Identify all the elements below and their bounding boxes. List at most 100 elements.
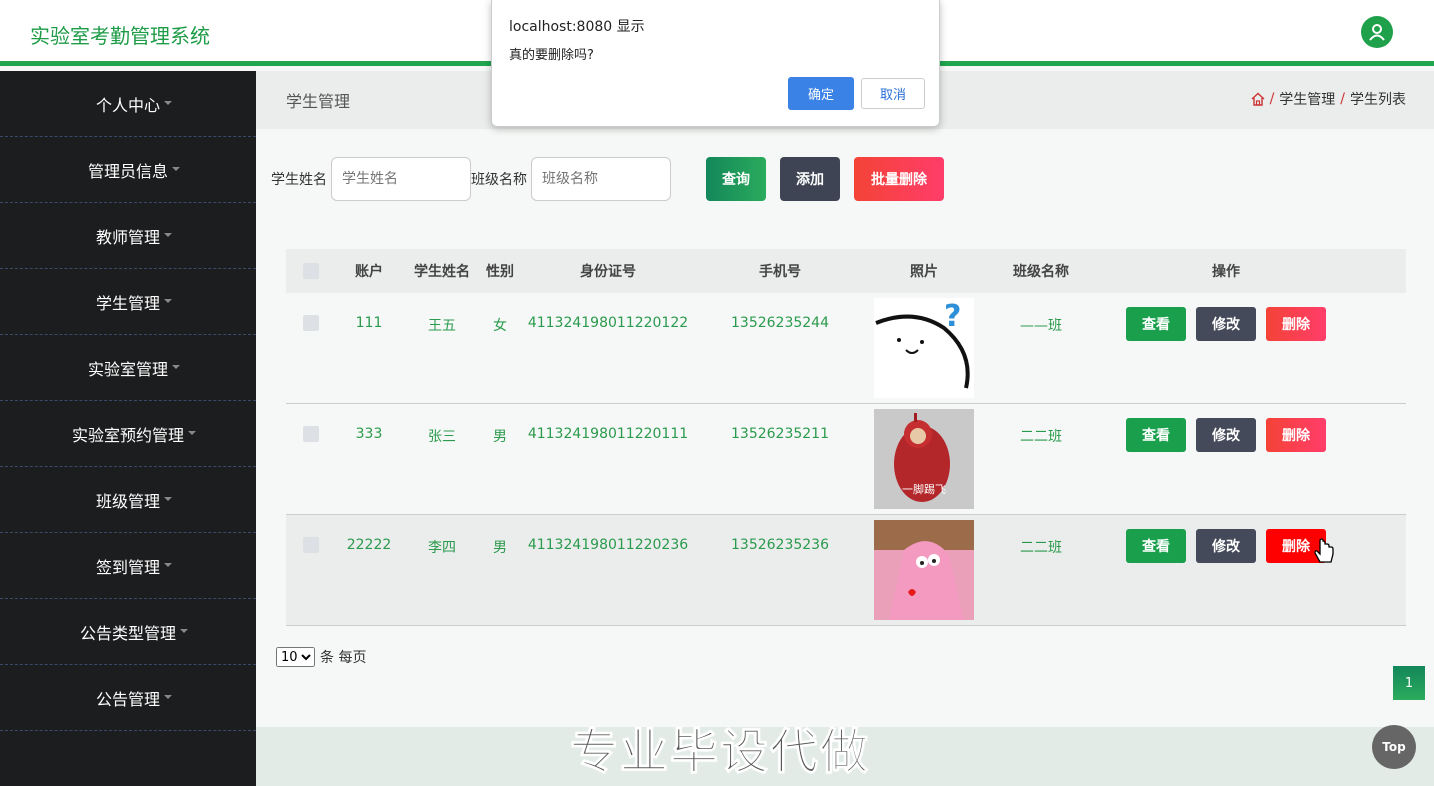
col-header-name: 学生姓名 bbox=[414, 264, 470, 280]
sidebar-item-teacher[interactable]: 教师管理 bbox=[0, 203, 256, 269]
student-name-label: 学生姓名 bbox=[271, 172, 327, 188]
cell-phone: 13526235236 bbox=[731, 537, 829, 553]
breadcrumb-separator: / bbox=[1340, 91, 1345, 107]
col-header-photo: 照片 bbox=[910, 264, 938, 280]
cell-account: 111 bbox=[355, 315, 383, 331]
main-content: 学生管理 / 学生管理 / 学生列表 学生姓名 班级名称 查询 添加 批量删除 … bbox=[256, 71, 1434, 786]
home-icon[interactable] bbox=[1251, 92, 1265, 106]
sidebar-item-label: 签到管理 bbox=[95, 557, 160, 577]
user-avatar[interactable] bbox=[1361, 16, 1393, 48]
dialog-title: localhost:8080 显示 bbox=[509, 19, 645, 35]
delete-button[interactable]: 删除 bbox=[1266, 307, 1326, 341]
query-button[interactable]: 查询 bbox=[706, 157, 766, 201]
search-bar: 学生姓名 班级名称 查询 添加 批量删除 bbox=[271, 157, 944, 201]
chevron-down-icon bbox=[172, 167, 180, 171]
student-photo-teletubby-sticker: 一脚踢飞 bbox=[874, 409, 974, 509]
breadcrumb-item-student-mgmt[interactable]: 学生管理 bbox=[1279, 89, 1335, 109]
confirm-dialog: localhost:8080 显示 真的要删除吗? 确定 取消 bbox=[491, 0, 940, 127]
view-button[interactable]: 查看 bbox=[1126, 418, 1186, 452]
col-header-phone: 手机号 bbox=[759, 264, 801, 280]
chevron-down-icon bbox=[164, 497, 172, 501]
breadcrumb-item-student-list: 学生列表 bbox=[1350, 92, 1406, 108]
cell-name: 李四 bbox=[428, 540, 456, 556]
cell-class: 二二班 bbox=[1020, 540, 1062, 556]
view-button[interactable]: 查看 bbox=[1126, 529, 1186, 563]
cell-class: ——班 bbox=[1020, 318, 1062, 334]
row-checkbox[interactable] bbox=[303, 426, 319, 442]
sidebar-item-label: 班级管理 bbox=[95, 491, 160, 511]
cell-sex: 女 bbox=[493, 318, 507, 334]
col-header-ops: 操作 bbox=[1212, 264, 1240, 280]
cell-id-no: 411324198011220122 bbox=[527, 315, 689, 331]
cell-sex: 男 bbox=[493, 429, 507, 445]
sidebar-item-signin[interactable]: 签到管理 bbox=[0, 533, 256, 599]
cell-sex: 男 bbox=[493, 540, 507, 556]
sidebar-item-personal[interactable]: 个人中心 bbox=[0, 71, 256, 137]
cell-phone: 13526235211 bbox=[731, 426, 829, 442]
app-title: 实验室考勤管理系统 bbox=[30, 24, 210, 48]
chevron-down-icon bbox=[164, 563, 172, 567]
chevron-down-icon bbox=[164, 101, 172, 105]
sidebar-item-label: 实验室预约管理 bbox=[71, 425, 184, 445]
view-button[interactable]: 查看 bbox=[1126, 307, 1186, 341]
sidebar-item-class[interactable]: 班级管理 bbox=[0, 467, 256, 533]
chevron-down-icon bbox=[164, 695, 172, 699]
sidebar-item-notice[interactable]: 公告管理 bbox=[0, 665, 256, 731]
pagination-page-1[interactable]: 1 bbox=[1393, 666, 1425, 700]
svg-text:?: ? bbox=[944, 299, 961, 334]
sidebar-item-label: 教师管理 bbox=[95, 227, 160, 247]
user-icon bbox=[1369, 24, 1385, 41]
edit-button[interactable]: 修改 bbox=[1196, 418, 1256, 452]
sidebar-item-lab-booking[interactable]: 实验室预约管理 bbox=[0, 401, 256, 467]
student-photo-patrick-sticker bbox=[874, 520, 974, 620]
dialog-ok-button[interactable]: 确定 bbox=[788, 77, 854, 110]
sidebar-item-notice-type[interactable]: 公告类型管理 bbox=[0, 599, 256, 665]
student-name-input[interactable] bbox=[331, 157, 471, 201]
delete-button[interactable]: 删除 bbox=[1266, 418, 1326, 452]
chevron-down-icon bbox=[180, 629, 188, 633]
page-size-select[interactable]: 10 bbox=[276, 647, 315, 667]
dialog-message: 真的要删除吗? bbox=[509, 48, 594, 63]
back-to-top-button[interactable]: Top bbox=[1372, 725, 1416, 769]
sidebar-item-admin[interactable]: 管理员信息 bbox=[0, 137, 256, 203]
table-row: 111 王五 女 411324198011220122 13526235244 … bbox=[286, 293, 1406, 404]
cell-name: 王五 bbox=[428, 318, 456, 334]
edit-button[interactable]: 修改 bbox=[1196, 307, 1256, 341]
batch-delete-button[interactable]: 批量删除 bbox=[854, 157, 944, 201]
sidebar-item-label: 学生管理 bbox=[95, 293, 160, 313]
chevron-down-icon bbox=[172, 365, 180, 369]
sidebar-item-student[interactable]: 学生管理 bbox=[0, 269, 256, 335]
sidebar-item-lab[interactable]: 实验室管理 bbox=[0, 335, 256, 401]
breadcrumb-separator: / bbox=[1269, 91, 1275, 107]
page-title: 学生管理 bbox=[286, 92, 351, 111]
row-checkbox[interactable] bbox=[303, 537, 319, 553]
page-size-control: 10 条 每页 bbox=[276, 647, 366, 667]
cell-id-no: 411324198011220236 bbox=[527, 537, 689, 553]
cell-name: 张三 bbox=[428, 429, 456, 445]
add-button[interactable]: 添加 bbox=[780, 157, 840, 201]
page-size-suffix: 条 每页 bbox=[320, 650, 367, 666]
cell-account: 22222 bbox=[346, 537, 392, 553]
select-all-checkbox[interactable] bbox=[303, 263, 319, 279]
watermark-text: 专业毕设代做 bbox=[569, 724, 871, 781]
cell-account: 333 bbox=[355, 426, 383, 442]
chevron-down-icon bbox=[188, 431, 196, 435]
cell-id-no: 411324198011220111 bbox=[527, 426, 689, 442]
row-checkbox[interactable] bbox=[303, 315, 319, 331]
table-row: 333 张三 男 411324198011220111 13526235211 … bbox=[286, 404, 1406, 515]
sidebar-item-label: 管理员信息 bbox=[87, 161, 168, 181]
sidebar-item-label: 公告管理 bbox=[95, 689, 160, 709]
student-photo-thinking-sticker: ? bbox=[874, 298, 974, 398]
hand-cursor-icon bbox=[1314, 538, 1334, 563]
sidebar-item-label: 个人中心 bbox=[95, 95, 160, 115]
cell-class: 二二班 bbox=[1020, 429, 1062, 445]
sidebar-item-label: 公告类型管理 bbox=[79, 623, 176, 643]
table-header: 账户 学生姓名 性别 身份证号 手机号 照片 班级名称 操作 bbox=[286, 249, 1406, 293]
dialog-cancel-button[interactable]: 取消 bbox=[861, 78, 925, 109]
student-table: 账户 学生姓名 性别 身份证号 手机号 照片 班级名称 操作 111 王五 女 … bbox=[286, 249, 1406, 626]
sidebar: 个人中心 管理员信息 教师管理 学生管理 实验室管理 实验室预约管理 班级管理 … bbox=[0, 71, 256, 786]
breadcrumb: / 学生管理 / 学生列表 bbox=[1251, 89, 1406, 109]
edit-button[interactable]: 修改 bbox=[1196, 529, 1256, 563]
class-name-input[interactable] bbox=[531, 157, 671, 201]
col-header-sex: 性别 bbox=[486, 264, 514, 280]
